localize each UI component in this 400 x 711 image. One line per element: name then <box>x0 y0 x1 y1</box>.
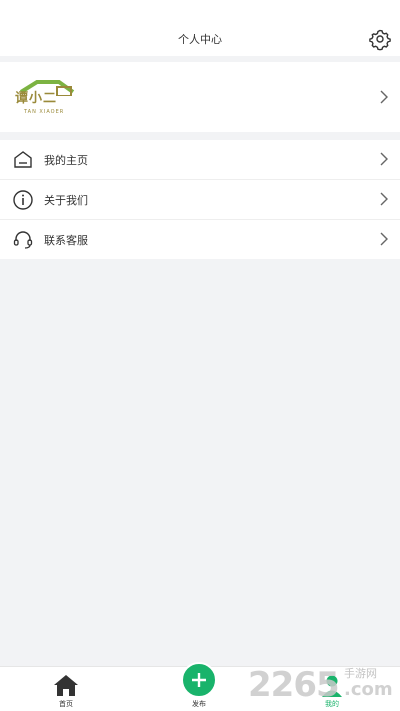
headset-icon <box>12 229 34 251</box>
chevron-right-icon <box>380 232 388 246</box>
profile-card[interactable]: 谭小二 TAN XIAOER <box>0 62 400 132</box>
home-outline-icon <box>12 149 34 171</box>
chevron-right-icon <box>380 152 388 166</box>
gear-icon[interactable] <box>368 27 392 51</box>
brand-subtext: TAN XIAOER <box>24 109 65 115</box>
menu-item-label: 我的主页 <box>44 154 88 167</box>
tab-label: 首页 <box>59 700 73 708</box>
brand-logo: 谭小二 TAN XIAOER <box>15 80 75 116</box>
menu-item-label: 关于我们 <box>44 194 88 207</box>
menu-list: 我的主页 关于我们 联系客服 <box>0 140 400 259</box>
brand-text: 谭小二 <box>15 91 58 106</box>
chevron-right-icon <box>380 192 388 206</box>
page-title: 个人中心 <box>178 33 222 46</box>
menu-item-my-homepage[interactable]: 我的主页 <box>0 140 400 180</box>
watermark-number: 2265 <box>248 665 340 705</box>
menu-item-label: 联系客服 <box>44 234 88 247</box>
top-header: 个人中心 <box>0 0 400 56</box>
site-watermark: 2265 手游网 .com <box>248 665 396 705</box>
tab-label: 发布 <box>192 700 206 708</box>
info-icon <box>12 189 34 211</box>
chevron-right-icon <box>380 90 388 104</box>
plus-icon <box>181 662 217 698</box>
menu-item-about-us[interactable]: 关于我们 <box>0 180 400 220</box>
home-icon <box>52 673 80 701</box>
watermark-com-text: .com <box>344 679 393 700</box>
tab-home[interactable]: 首页 <box>26 667 106 711</box>
tab-publish[interactable]: 发布 <box>159 662 239 711</box>
menu-item-contact-support[interactable]: 联系客服 <box>0 220 400 259</box>
